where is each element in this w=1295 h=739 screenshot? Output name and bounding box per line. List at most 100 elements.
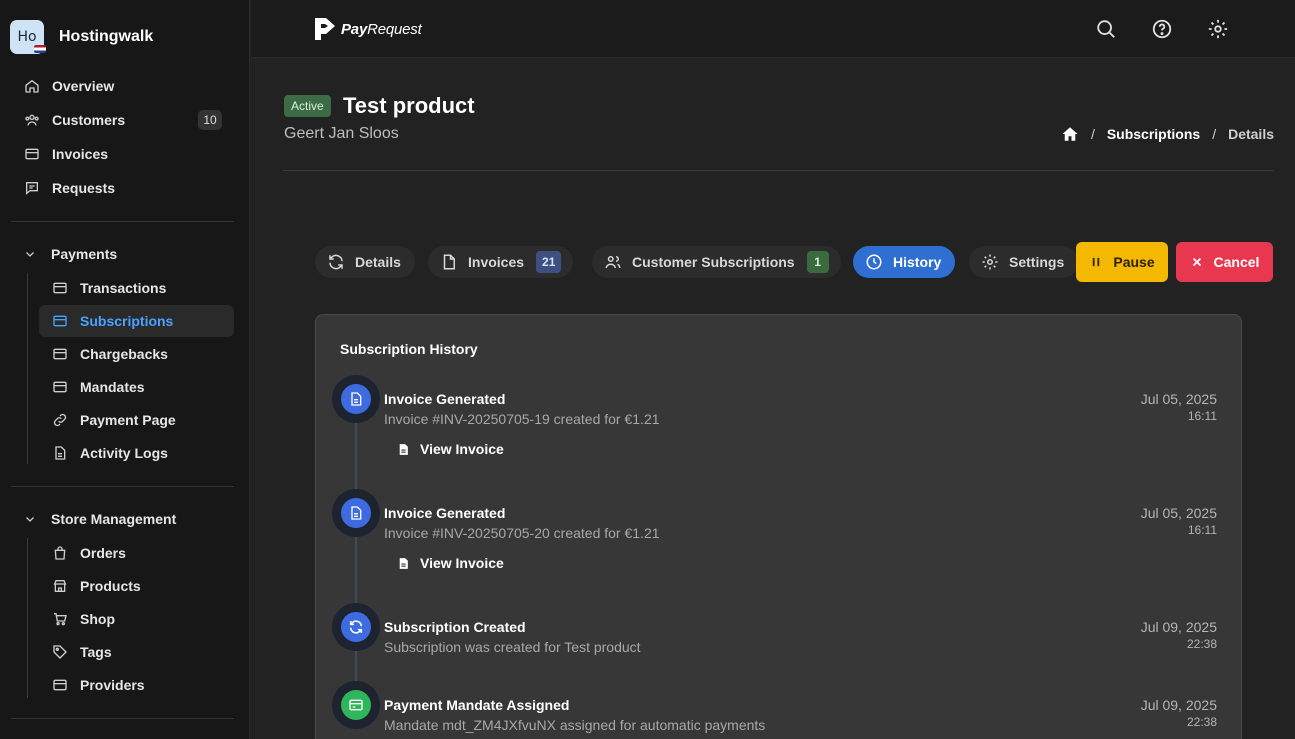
sidebar-item-transactions[interactable]: Transactions xyxy=(52,277,166,299)
event-title: Invoice Generated xyxy=(384,505,506,521)
timeline-marker-inner xyxy=(341,690,371,720)
sidebar-item-label: Providers xyxy=(80,677,145,693)
sidebar-item-activity-logs[interactable]: Activity Logs xyxy=(52,442,168,464)
event-date: Jul 09, 2025 xyxy=(1140,619,1217,635)
home-icon[interactable] xyxy=(1061,125,1079,143)
link-label: View Invoice xyxy=(420,555,504,571)
timeline-marker xyxy=(332,603,380,651)
invoice-icon xyxy=(25,148,39,160)
help-icon[interactable] xyxy=(1151,18,1173,40)
sidebar-item-payment-page[interactable]: Payment Page xyxy=(52,409,176,431)
sidebar-section-store[interactable]: Store Management xyxy=(24,508,176,530)
logo-text-bold: Pay xyxy=(341,20,368,38)
tab-history[interactable]: History xyxy=(853,246,956,278)
chevron-down-icon xyxy=(26,517,34,522)
cancel-button[interactable]: Cancel xyxy=(1176,242,1273,282)
tree-line xyxy=(27,538,28,698)
sidebar-item-requests[interactable]: Requests xyxy=(24,177,115,199)
document-icon xyxy=(55,446,66,460)
sidebar-item-customers[interactable]: Customers xyxy=(24,109,125,131)
status-badge: Active xyxy=(284,95,331,117)
sidebar-item-products[interactable]: Products xyxy=(52,575,141,597)
sidebar-item-overview[interactable]: Overview xyxy=(24,75,114,97)
page-title: Test product xyxy=(343,93,475,118)
users-icon xyxy=(25,114,39,126)
sidebar-item-label: Products xyxy=(80,578,141,594)
sidebar-item-invoices[interactable]: Invoices xyxy=(24,143,108,165)
message-icon xyxy=(26,182,38,195)
card-icon xyxy=(53,679,67,691)
sidebar-item-subscriptions[interactable]: Subscriptions xyxy=(52,310,173,332)
shopping-bag-icon xyxy=(54,546,66,560)
store-icon xyxy=(53,580,67,592)
view-invoice-link[interactable]: View Invoice xyxy=(397,441,504,457)
sidebar-item-label: Customers xyxy=(52,112,126,128)
tree-line xyxy=(27,273,28,464)
timeline-marker-inner xyxy=(341,498,371,528)
pause-button[interactable]: Pause xyxy=(1076,242,1168,282)
tab-details[interactable]: Details xyxy=(315,246,415,278)
sidebar-divider xyxy=(11,486,234,487)
sidebar-item-label: Activity Logs xyxy=(80,445,168,461)
payrequest-logo[interactable]: PayRequest xyxy=(314,17,422,41)
sidebar-item-label: Invoices xyxy=(52,146,109,162)
close-icon xyxy=(1192,257,1201,267)
event-date: Jul 05, 2025 xyxy=(1140,391,1217,407)
tab-label: Invoices xyxy=(468,254,525,270)
sidebar: Ho Hostingwalk Overview Customers 10 Inv… xyxy=(0,0,250,739)
file-icon xyxy=(399,557,408,569)
search-icon[interactable] xyxy=(1095,18,1117,40)
card-icon xyxy=(53,282,67,294)
tag-icon xyxy=(53,645,67,659)
workspace-switcher[interactable]: Ho Hostingwalk xyxy=(10,20,153,54)
home-icon xyxy=(25,79,39,93)
sidebar-item-mandates[interactable]: Mandates xyxy=(52,376,145,398)
refresh-icon xyxy=(349,620,363,634)
sidebar-item-orders[interactable]: Orders xyxy=(52,542,126,564)
section-heading: Store Management xyxy=(51,511,177,527)
timeline-marker-inner xyxy=(341,612,371,642)
sidebar-item-providers[interactable]: Providers xyxy=(52,674,145,696)
breadcrumb-details: Details xyxy=(1228,126,1274,142)
payrequest-logo-icon xyxy=(315,18,335,40)
sidebar-divider xyxy=(11,221,234,222)
card-icon xyxy=(53,348,67,360)
breadcrumb-subscriptions[interactable]: Subscriptions xyxy=(1107,126,1200,142)
event-title: Payment Mandate Assigned xyxy=(384,697,570,713)
netherlands-flag-icon xyxy=(34,45,46,53)
header-divider xyxy=(283,170,1274,171)
file-icon xyxy=(399,443,408,455)
workspace-initials: Ho xyxy=(17,29,37,45)
timeline-marker xyxy=(332,489,380,537)
card-icon xyxy=(349,699,363,711)
workspace-name: Hostingwalk xyxy=(59,28,154,45)
sidebar-item-label: Requests xyxy=(52,180,116,196)
event-time: 22:38 xyxy=(1186,715,1217,729)
sidebar-item-label: Tags xyxy=(80,644,112,660)
gear-icon[interactable] xyxy=(1207,18,1229,40)
tab-label: Customer Subscriptions xyxy=(632,254,795,270)
tab-customer-subscriptions[interactable]: Customer Subscriptions 1 xyxy=(592,246,841,278)
sidebar-section-payments[interactable]: Payments xyxy=(24,243,117,265)
sidebar-item-shop[interactable]: Shop xyxy=(52,608,115,630)
sidebar-divider xyxy=(11,718,234,719)
tab-settings[interactable]: Settings xyxy=(969,246,1079,278)
sidebar-item-label: Transactions xyxy=(80,280,167,296)
refresh-icon xyxy=(329,254,343,270)
sidebar-item-label: Shop xyxy=(80,611,115,627)
sidebar-item-chargebacks[interactable]: Chargebacks xyxy=(52,343,168,365)
customer-name: Geert Jan Sloos xyxy=(284,125,399,142)
breadcrumb-separator: / xyxy=(1212,126,1217,142)
card-icon xyxy=(53,315,67,327)
tab-invoices[interactable]: Invoices 21 xyxy=(428,246,574,278)
link-icon xyxy=(53,413,67,427)
event-time: 16:11 xyxy=(1187,409,1217,423)
sidebar-item-label: Chargebacks xyxy=(80,346,168,362)
sidebar-item-tags[interactable]: Tags xyxy=(52,641,112,663)
invoices-count-badge: 21 xyxy=(536,251,562,273)
cancel-button-label: Cancel xyxy=(1213,254,1260,270)
top-bar: PayRequest xyxy=(251,0,1295,58)
sidebar-item-label: Payment Page xyxy=(80,412,176,428)
gear-icon xyxy=(982,254,998,270)
view-invoice-link[interactable]: View Invoice xyxy=(397,555,504,571)
